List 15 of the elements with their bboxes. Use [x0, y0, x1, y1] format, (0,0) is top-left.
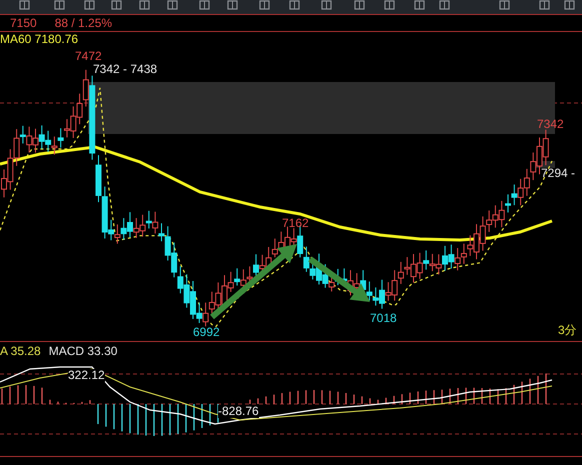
price-change: 88 / 1.25%	[54, 16, 112, 30]
indicator-label: A 35.28	[0, 345, 41, 358]
indicator-label: MACD 33.30	[48, 345, 118, 358]
price-value: 7150	[10, 16, 37, 30]
value-label: -828.76	[218, 405, 259, 418]
price-label: 7162	[282, 217, 309, 230]
price-label: 7472	[75, 50, 102, 63]
value-label: 322.12	[68, 369, 105, 382]
price-label: 6992	[193, 326, 220, 339]
price-label: 7342	[537, 118, 564, 131]
indicator-label: MA60 7180.76	[0, 33, 78, 46]
price-label: 7342 - 7438	[93, 63, 158, 76]
price-label: 7018	[370, 312, 397, 325]
period-label: 3分	[558, 324, 577, 337]
price-label: 7294 -	[541, 167, 576, 180]
